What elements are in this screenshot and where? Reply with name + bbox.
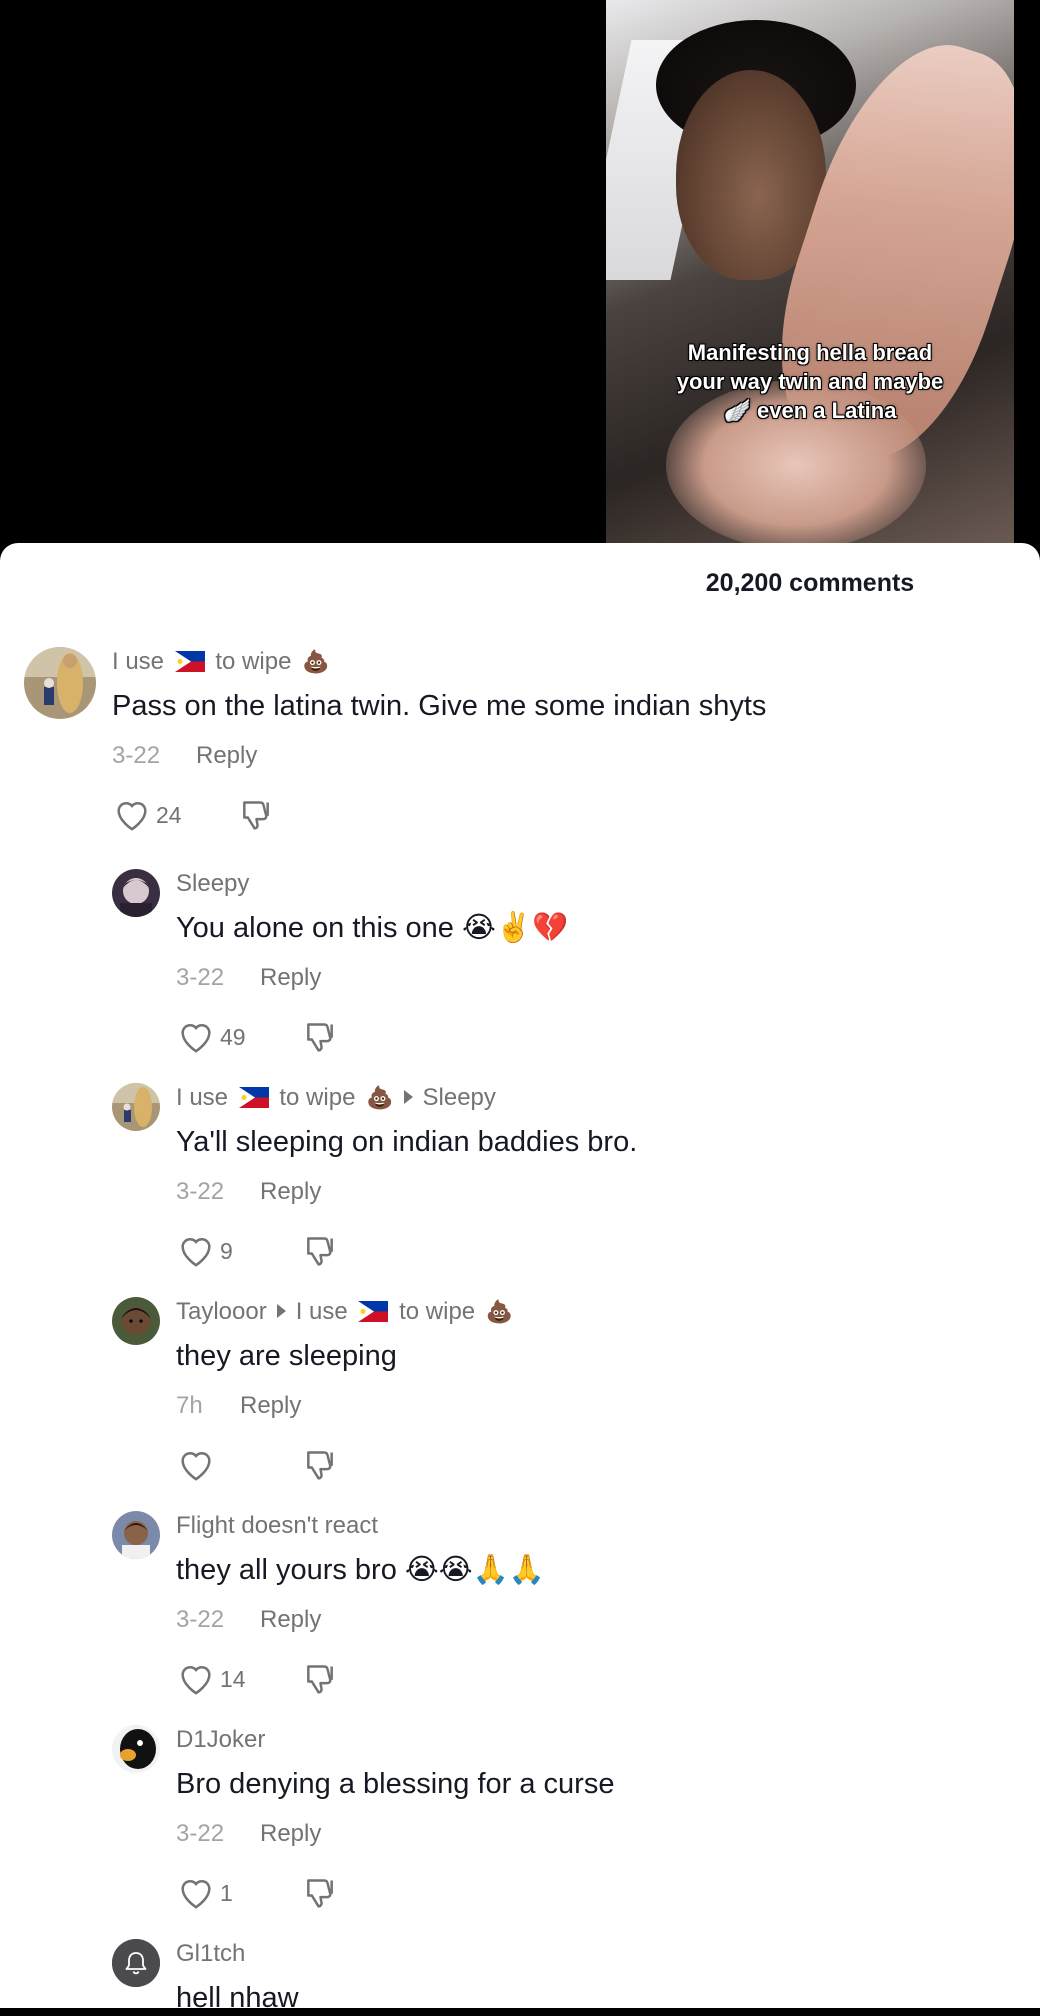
thumbs-down-icon <box>307 1023 333 1052</box>
reply-button[interactable]: Reply <box>260 1178 321 1205</box>
comment-text: hell nhaw <box>176 1982 299 2014</box>
comment-username[interactable]: Flight doesn't react <box>176 1511 545 1541</box>
comment-username[interactable]: Taylooor I use to wipe 💩 <box>176 1297 513 1327</box>
comment-text: Pass on the latina twin. Give me some in… <box>112 690 767 722</box>
dislike-button[interactable] <box>300 1445 340 1490</box>
heart-icon <box>117 801 147 831</box>
like-button[interactable]: 9 <box>176 1231 233 1271</box>
poop-emoji-icon: 💩 <box>366 1085 394 1110</box>
bell-icon <box>112 1939 160 1987</box>
comment-text: You alone on this one 😭✌️💔 <box>176 912 569 944</box>
dislike-button[interactable] <box>236 795 276 840</box>
heart-icon <box>181 1023 211 1053</box>
like-button[interactable]: 14 <box>176 1659 246 1699</box>
avatar[interactable] <box>112 1511 160 1559</box>
comment-time: 3-22 <box>176 964 225 991</box>
comment-time: 3-22 <box>176 1178 225 1205</box>
video-thumbnail[interactable]: Manifesting hella bread your way twin an… <box>606 0 1014 545</box>
comment-time: 3-22 <box>112 742 161 769</box>
poop-emoji-icon: 💩 <box>485 1299 514 1324</box>
like-count: 49 <box>220 1023 246 1050</box>
avatar[interactable] <box>112 1939 160 1987</box>
avatar[interactable] <box>112 1725 160 1773</box>
dislike-button[interactable] <box>300 1231 340 1276</box>
like-count: 1 <box>220 1879 233 1906</box>
thumbs-down-icon <box>243 801 269 830</box>
reply-arrow-icon <box>403 1090 413 1104</box>
like-count: 9 <box>220 1237 233 1264</box>
reply-button[interactable]: Reply <box>260 1606 321 1633</box>
philippines-flag-icon <box>238 1086 269 1108</box>
comments-sheet: 20,200 comments I use to wipe 💩 Pass on … <box>0 543 1040 2014</box>
thumbs-down-icon <box>307 1451 333 1480</box>
comment-time: 3-22 <box>176 1820 225 1847</box>
heart-icon <box>181 1665 211 1695</box>
like-button[interactable] <box>176 1445 220 1485</box>
comment-text: they are sleeping <box>176 1340 397 1372</box>
reply-button[interactable]: Reply <box>240 1392 301 1419</box>
avatar[interactable] <box>112 869 160 917</box>
like-count: 14 <box>220 1665 246 1692</box>
philippines-flag-icon <box>174 650 205 672</box>
reply-button[interactable]: Reply <box>260 1820 321 1847</box>
avatar[interactable] <box>24 647 96 719</box>
philippines-flag-icon <box>358 1300 389 1322</box>
dislike-button[interactable] <box>300 1017 340 1062</box>
comment-username[interactable]: Sleepy <box>176 869 568 899</box>
video-area[interactable]: Manifesting hella bread your way twin an… <box>0 0 1040 560</box>
comment-text: Ya'll sleeping on indian baddies bro. <box>176 1126 638 1158</box>
reply-arrow-icon <box>276 1304 286 1318</box>
thumbs-down-icon <box>307 1879 333 1908</box>
like-count: 24 <box>156 801 182 828</box>
comment-username[interactable]: D1Joker <box>176 1725 614 1755</box>
reply-to-username[interactable]: Sleepy <box>423 1084 496 1111</box>
dislike-button[interactable] <box>300 1873 340 1918</box>
comments-count: 20,200 comments <box>705 569 915 597</box>
like-button[interactable]: 1 <box>176 1873 233 1913</box>
comment-time: 7h <box>176 1392 203 1419</box>
comment-username[interactable]: I use to wipe 💩 Sleepy <box>176 1083 637 1113</box>
comment-username[interactable]: I use to wipe 💩 <box>112 647 766 677</box>
like-button[interactable]: 49 <box>176 1017 246 1057</box>
comment-username[interactable]: Gl1tch <box>176 1939 299 1969</box>
thumbs-down-icon <box>307 1665 333 1694</box>
thumbs-down-icon <box>307 1237 333 1266</box>
reply-button[interactable]: Reply <box>196 742 257 769</box>
comment-text: they all yours bro 😭😭🙏🙏 <box>176 1554 545 1586</box>
comment-time: 3-22 <box>176 1606 225 1633</box>
heart-icon <box>181 1879 211 1909</box>
reply-to-username[interactable]: I use to wipe 💩 <box>296 1298 514 1325</box>
comment-text: Bro denying a blessing for a curse <box>176 1768 615 1800</box>
video-caption: Manifesting hella bread your way twin an… <box>676 340 944 423</box>
heart-icon <box>181 1451 211 1481</box>
heart-icon <box>181 1237 211 1267</box>
avatar[interactable] <box>112 1297 160 1345</box>
avatar[interactable] <box>112 1083 160 1131</box>
poop-emoji-icon: 💩 <box>302 649 330 674</box>
like-button[interactable]: 24 <box>112 795 182 835</box>
dislike-button[interactable] <box>300 1659 340 1704</box>
reply-button[interactable]: Reply <box>260 964 321 991</box>
